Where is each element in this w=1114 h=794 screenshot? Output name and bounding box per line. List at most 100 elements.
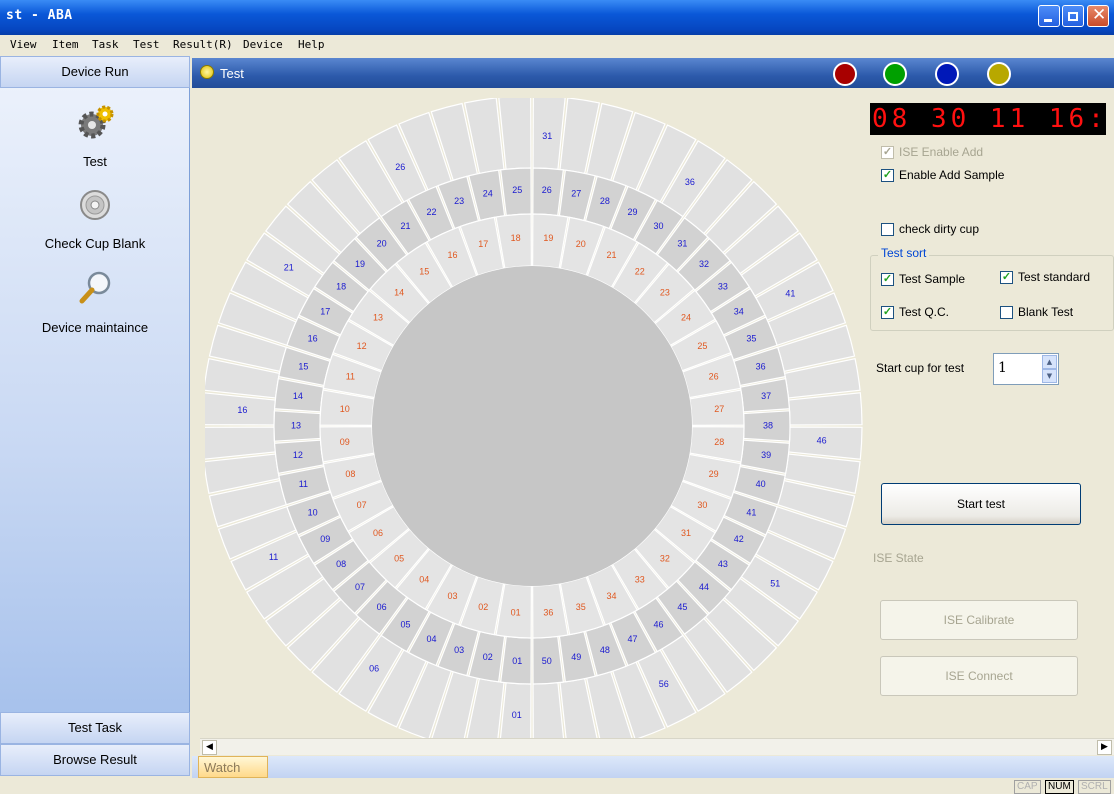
close-button[interactable]: ✕ [1087,5,1109,27]
cup-number: 23 [454,196,464,206]
cup-number: 43 [718,559,728,569]
sidebar-item-check-cup-blank[interactable]: Check Cup Blank [0,188,190,258]
cup-number: 05 [394,553,404,563]
checkbox-box [881,222,894,236]
minimize-icon [1044,19,1052,22]
cup-number: 25 [512,185,522,195]
spin-down-icon[interactable]: ▼ [1042,369,1057,383]
cup-number: 34 [606,591,616,601]
menu-task[interactable]: Task [92,38,119,51]
sidebar-item-device-maintaince[interactable]: Device maintaince [0,270,190,340]
start-cup-value: 1 [998,360,1007,376]
cup-number: 41 [746,507,756,517]
menu-device[interactable]: Device [243,38,283,51]
cup-number: 16 [308,333,318,343]
cup-number: 31 [542,131,552,141]
tab-watch[interactable]: Watch [198,756,268,778]
start-cup-spinbox[interactable]: 1 ▲ ▼ [993,353,1059,385]
restore-icon [1068,12,1078,21]
cup-number: 17 [320,307,330,317]
cup-number: 34 [734,307,744,317]
menu-result[interactable]: Result(R) [173,38,233,51]
sidebar-header-test-task[interactable]: Test Task [0,712,190,744]
sidebar-header-browse-result[interactable]: Browse Result [0,744,190,776]
scrl-indicator: SCRL [1078,780,1111,794]
spin-up-icon[interactable]: ▲ [1042,355,1057,369]
cup-number: 17 [478,239,488,249]
cup-number: 01 [511,608,521,618]
cup-number: 11 [269,552,278,562]
cup-number: 22 [635,266,645,276]
cup-number: 48 [600,645,610,655]
cup-number: 14 [293,391,303,401]
cup-number: 30 [697,500,707,510]
restore-button[interactable] [1062,5,1084,27]
horizontal-scrollbar[interactable]: ◀ ▶ [200,738,1114,755]
checkbox-label: Test Sample [899,272,966,286]
cup-number: 26 [542,185,552,195]
magnifier-icon [79,271,111,304]
cup-number: 47 [627,634,637,644]
status-light-red [833,62,857,86]
checkbox-label: Blank Test [1018,305,1074,319]
ise-state-label: ISE State [873,551,924,565]
enable-add-sample-checkbox[interactable]: ✓ Enable Add Sample [881,168,1004,182]
test-standard-checkbox[interactable]: ✓ Test standard [1000,270,1090,284]
menu-help[interactable]: Help [298,38,325,51]
scroll-right-icon[interactable]: ▶ [1097,740,1112,755]
disc-center [372,266,692,586]
cup-number: 51 [770,578,780,588]
test-sample-checkbox[interactable]: ✓ Test Sample [881,272,965,286]
cup-number: 36 [756,362,766,372]
cup-number: 18 [336,282,346,292]
bottom-tab-bar: Watch [192,756,1114,778]
blank-test-checkbox[interactable]: Blank Test [1000,305,1073,319]
cup-number: 12 [293,450,303,460]
cup-number: 06 [369,664,379,674]
start-test-button[interactable]: Start test [881,483,1081,525]
scroll-left-icon[interactable]: ◀ [202,740,217,755]
sidebar-item-label: Test [83,154,107,169]
cup-number: 32 [660,553,670,563]
cup-number: 39 [761,450,771,460]
test-qc-checkbox[interactable]: ✓ Test Q.C. [881,305,949,319]
cup-number: 29 [627,207,637,217]
cup-number: 21 [606,250,616,260]
cup-number: 35 [576,602,586,612]
sidebar-header-device-run[interactable]: Device Run [0,56,190,88]
menu-view[interactable]: View [10,38,37,51]
cup-number: 12 [357,341,367,351]
cup-number: 20 [576,239,586,249]
menu-test[interactable]: Test [133,38,160,51]
panel-title: Test [220,66,244,81]
status-light-green [883,62,907,86]
ise-connect-button[interactable]: ISE Connect [880,656,1078,696]
cup-number: 31 [677,239,687,249]
test-sort-group [870,255,1114,331]
menu-item[interactable]: Item [52,38,79,51]
cup-number: 23 [660,287,670,297]
cup-number: 32 [699,259,709,269]
cup-number: 02 [478,602,488,612]
cup-number: 14 [394,287,404,297]
check-dirty-cup-checkbox[interactable]: check dirty cup [881,222,979,236]
cup-number: 29 [709,469,719,479]
ise-calibrate-button[interactable]: ISE Calibrate [880,600,1078,640]
cup-number: 41 [785,289,795,299]
minimize-button[interactable] [1038,5,1060,27]
menu-bar: View Item Task Test Result(R) Device Hel… [0,35,1114,55]
panel-header: Test [192,58,1114,88]
cup-number: 15 [419,266,429,276]
sidebar-item-test[interactable]: Test [0,104,190,174]
cup-number: 50 [542,656,552,666]
cup-number: 20 [377,239,387,249]
ise-enable-add-checkbox[interactable]: ✓ ISE Enable Add [881,145,983,159]
cup-number: 18 [511,233,521,243]
cup-number: 30 [653,221,663,231]
window-title: st - ABA [6,8,73,23]
cup-number: 16 [237,405,247,415]
cup-number: 26 [709,372,719,382]
cup-number: 09 [320,534,330,544]
cup-number: 04 [419,574,429,584]
close-icon: ✕ [1092,5,1107,25]
